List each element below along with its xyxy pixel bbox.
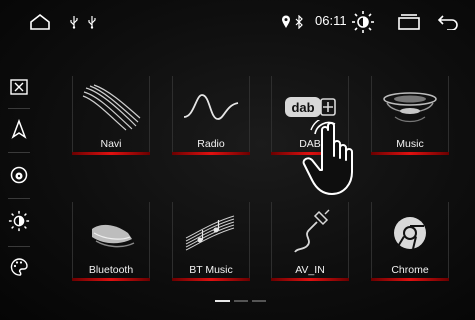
- app-tile-music[interactable]: Music: [371, 76, 449, 156]
- close-box-icon: [10, 79, 28, 95]
- music-disc-icon: [371, 76, 449, 138]
- app-label: Radio: [197, 138, 225, 150]
- accent-bar: [371, 278, 449, 281]
- clock-time: 06:11: [315, 13, 347, 28]
- accent-bar: [172, 152, 250, 155]
- divider: [8, 198, 30, 199]
- app-label: Music: [396, 138, 424, 150]
- radio-wave-icon: [172, 76, 250, 138]
- app-label: BT Music: [189, 264, 233, 276]
- touch-hand-icon: [300, 116, 370, 205]
- svg-text:dab: dab: [291, 100, 314, 115]
- navigation-button[interactable]: [4, 112, 34, 146]
- media-source-button[interactable]: [4, 158, 34, 192]
- app-label: Bluetooth: [88, 264, 134, 276]
- page-dot[interactable]: [234, 300, 248, 302]
- accent-bar: [172, 278, 250, 281]
- app-tile-bt-music[interactable]: BT Music: [172, 202, 250, 282]
- accent-bar: [371, 152, 449, 155]
- page-indicator[interactable]: [215, 300, 266, 304]
- app-tile-radio[interactable]: Radio: [172, 76, 250, 156]
- usb-icon: [86, 10, 98, 34]
- theme-button[interactable]: [4, 250, 34, 284]
- accent-bar: [271, 278, 349, 281]
- app-label: AV_IN: [295, 264, 325, 276]
- home-screen: 06:11 Navi Radio dab DAB Music Bluetooth…: [0, 0, 475, 320]
- bluetooth-icon: [294, 10, 304, 34]
- brightness-icon[interactable]: [350, 10, 376, 34]
- palette-icon: [10, 258, 28, 276]
- usb-icon: [68, 10, 80, 34]
- app-label: Navi: [100, 138, 122, 150]
- back-icon[interactable]: [436, 10, 460, 34]
- navi-icon: [72, 76, 150, 138]
- bluetooth-phone-icon: [72, 202, 150, 264]
- app-tile-av-in[interactable]: AV_IN: [271, 202, 349, 282]
- divider: [8, 246, 30, 247]
- av-cable-icon: [271, 202, 349, 264]
- app-label: Chrome: [391, 264, 429, 276]
- recent-apps-icon[interactable]: [396, 10, 422, 34]
- brightness-icon: [8, 210, 30, 232]
- bt-music-icon: [172, 202, 250, 264]
- disc-icon: [10, 166, 28, 184]
- brightness-button[interactable]: [4, 204, 34, 238]
- navigation-arrow-icon: [11, 119, 27, 139]
- home-icon[interactable]: [28, 10, 52, 34]
- page-dot[interactable]: [252, 300, 266, 302]
- accent-bar: [72, 278, 150, 281]
- app-tile-chrome[interactable]: Chrome: [371, 202, 449, 282]
- page-dot-active[interactable]: [215, 300, 230, 302]
- chrome-icon: [371, 202, 449, 264]
- location-icon: [280, 10, 292, 34]
- divider: [8, 152, 30, 153]
- status-bar: 06:11: [0, 0, 475, 44]
- left-sidebar: [4, 68, 34, 296]
- divider: [8, 108, 30, 109]
- app-tile-bluetooth[interactable]: Bluetooth: [72, 202, 150, 282]
- app-tile-navi[interactable]: Navi: [72, 76, 150, 156]
- accent-bar: [72, 152, 150, 155]
- close-apps-button[interactable]: [4, 70, 34, 104]
